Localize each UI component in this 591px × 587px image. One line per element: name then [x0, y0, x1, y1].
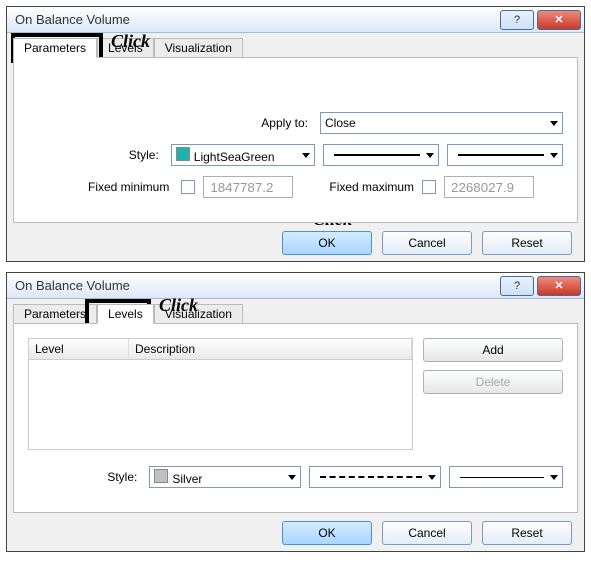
parameters-panel: Apply to: Close Style: LightSeaGreen: [13, 57, 578, 223]
reset-button[interactable]: Reset: [482, 231, 572, 255]
color-swatch: [154, 469, 168, 483]
style-color-select[interactable]: LightSeaGreen: [171, 144, 316, 166]
style-label: Style:: [28, 148, 163, 162]
cancel-button[interactable]: Cancel: [382, 231, 472, 255]
tab-parameters[interactable]: Parameters: [13, 38, 97, 58]
add-button[interactable]: Add: [423, 338, 563, 362]
style-color-value: LightSeaGreen: [194, 150, 275, 164]
dialog-levels: On Balance Volume ? ✕ Parameters Levels …: [6, 272, 585, 552]
fixed-max-checkbox[interactable]: [422, 180, 436, 194]
titlebar: On Balance Volume ? ✕: [7, 7, 584, 33]
ok-button[interactable]: OK: [282, 231, 372, 255]
style-color-select[interactable]: Silver: [149, 466, 300, 488]
window-title: On Balance Volume: [15, 278, 500, 293]
chevron-down-icon: [550, 121, 558, 126]
tab-parameters[interactable]: Parameters: [13, 304, 97, 324]
apply-to-select[interactable]: Close: [320, 112, 563, 134]
line-width-preview: [460, 477, 544, 478]
help-button[interactable]: ?: [500, 10, 534, 30]
tab-levels[interactable]: Levels: [97, 38, 154, 58]
cancel-button[interactable]: Cancel: [382, 521, 472, 545]
close-button[interactable]: ✕: [537, 276, 581, 296]
line-style-preview: [320, 476, 423, 478]
tabstrip: Parameters Levels Visualization: [13, 37, 578, 57]
style-color-value: Silver: [172, 472, 202, 486]
apply-to-value: Close: [325, 116, 356, 130]
chevron-down-icon: [550, 153, 558, 158]
help-button[interactable]: ?: [500, 276, 534, 296]
tab-visualization[interactable]: Visualization: [154, 38, 243, 58]
color-swatch: [176, 147, 190, 161]
tab-levels[interactable]: Levels: [97, 304, 154, 324]
ok-button[interactable]: OK: [282, 521, 372, 545]
dialog-parameters: On Balance Volume ? ✕ Parameters Levels …: [6, 6, 585, 262]
style-width-select[interactable]: [447, 144, 563, 166]
apply-to-label: Apply to:: [28, 116, 312, 130]
levels-table-body[interactable]: [28, 360, 413, 450]
style-width-select[interactable]: [449, 466, 563, 488]
fixed-max-label: Fixed maximum: [329, 180, 414, 194]
chevron-down-icon: [428, 475, 436, 480]
dialog-buttons: OK Cancel Reset: [13, 231, 578, 255]
style-label: Style:: [28, 470, 141, 484]
fixed-min-label: Fixed minimum: [88, 180, 173, 194]
levels-table-header: Level Description: [28, 338, 413, 360]
chevron-down-icon: [550, 475, 558, 480]
chevron-down-icon: [426, 153, 434, 158]
style-line-select[interactable]: [309, 466, 442, 488]
line-style-preview: [334, 154, 420, 156]
col-description: Description: [129, 339, 412, 359]
delete-button[interactable]: Delete: [423, 370, 563, 394]
reset-button[interactable]: Reset: [482, 521, 572, 545]
col-level: Level: [29, 339, 129, 359]
window-title: On Balance Volume: [15, 12, 500, 27]
style-line-select[interactable]: [323, 144, 439, 166]
titlebar: On Balance Volume ? ✕: [7, 273, 584, 299]
close-button[interactable]: ✕: [537, 10, 581, 30]
levels-panel: Level Description Add Delete Style: Silv…: [13, 323, 578, 513]
fixed-max-input[interactable]: [444, 176, 534, 198]
fixed-min-checkbox[interactable]: [181, 180, 195, 194]
tabstrip: Parameters Levels Visualization: [13, 303, 578, 323]
tab-visualization[interactable]: Visualization: [154, 304, 243, 324]
fixed-min-input[interactable]: [203, 176, 293, 198]
chevron-down-icon: [288, 475, 296, 480]
chevron-down-icon: [302, 153, 310, 158]
line-width-preview: [458, 154, 544, 156]
dialog-buttons: OK Cancel Reset: [13, 521, 578, 545]
